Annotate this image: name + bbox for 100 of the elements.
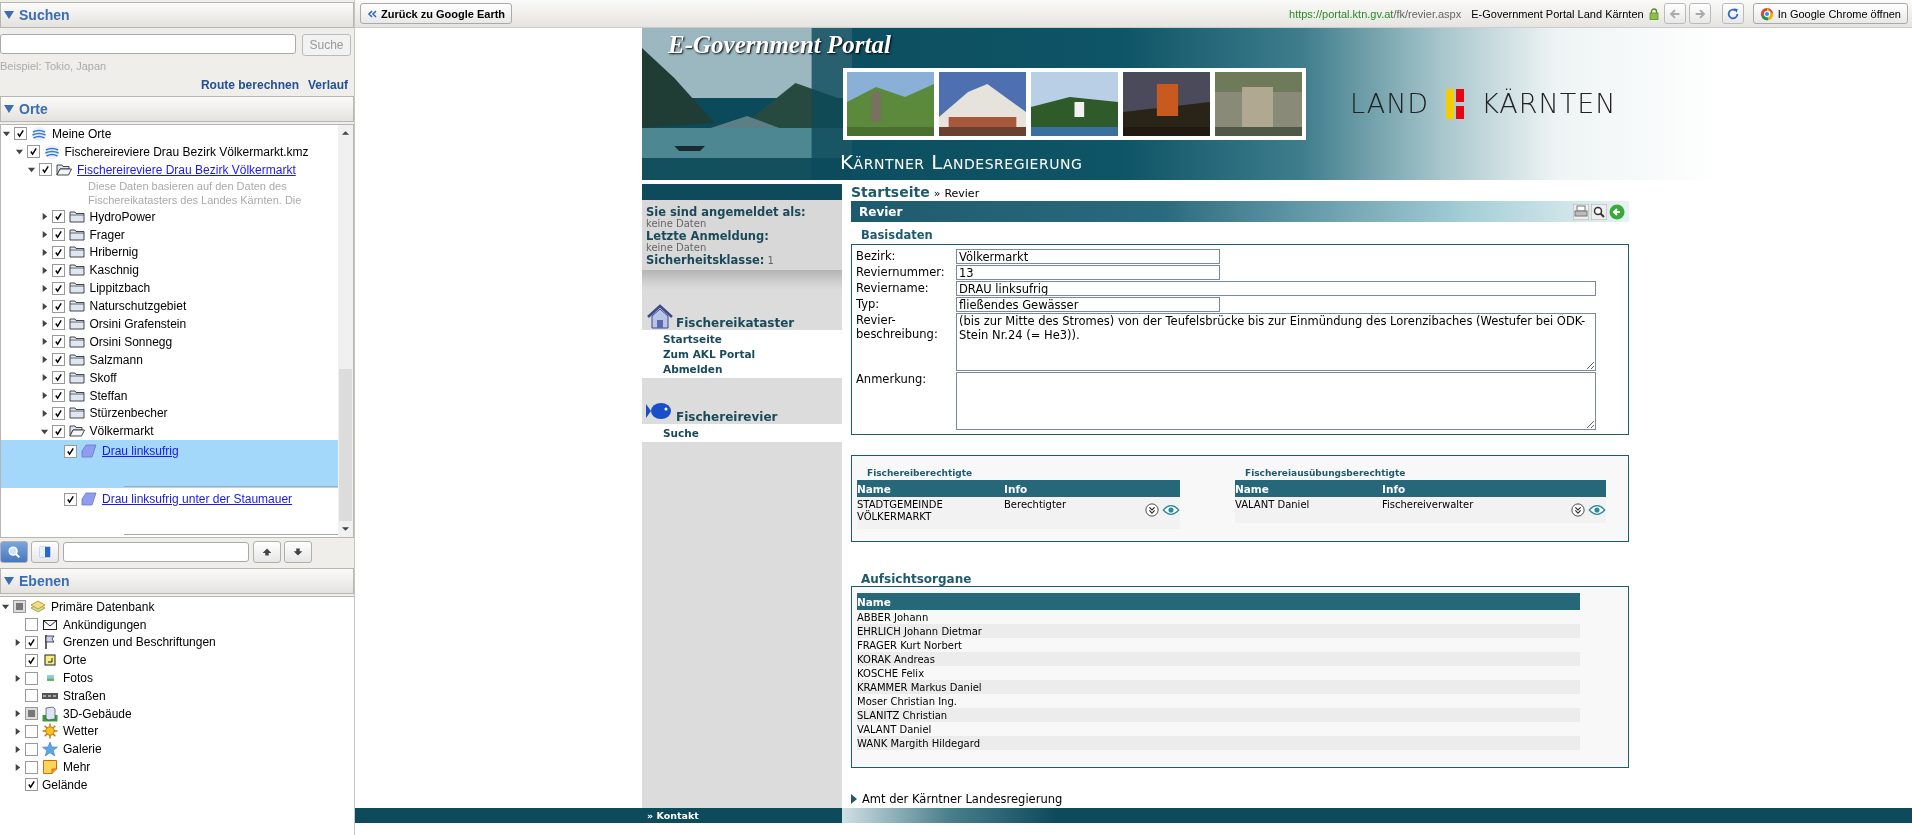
- expand-arrow-icon[interactable]: [13, 762, 22, 772]
- checkbox[interactable]: [25, 671, 38, 685]
- collapse-arrow-icon[interactable]: [4, 576, 14, 586]
- checkbox[interactable]: [39, 163, 52, 177]
- link[interactable]: Verlauf: [307, 78, 348, 92]
- tree-item[interactable]: Primäre Datenbank: [0, 598, 354, 616]
- search-tab[interactable]: [0, 541, 28, 563]
- checkbox[interactable]: [26, 145, 40, 159]
- collapse-arrow-icon[interactable]: [27, 165, 36, 175]
- checkbox[interactable]: [25, 778, 38, 792]
- tree-item[interactable]: Meine Orte: [1, 125, 338, 143]
- checkbox[interactable]: [25, 653, 38, 667]
- tree-item[interactable]: Skoff: [1, 368, 338, 387]
- checkbox[interactable]: [64, 492, 77, 506]
- checkbox[interactable]: [51, 210, 65, 224]
- breadcrumb-link[interactable]: Startseite: [851, 184, 930, 200]
- checkbox[interactable]: [25, 636, 38, 649]
- checkbox[interactable]: [51, 371, 65, 385]
- tree-item[interactable]: Galerie: [0, 740, 354, 759]
- tree-item[interactable]: HydroPower: [1, 207, 338, 226]
- tree-item[interactable]: Frager: [1, 225, 338, 244]
- checkbox[interactable]: [25, 618, 38, 632]
- tree-item[interactable]: Orsini Grafenstein: [1, 315, 338, 333]
- checkbox[interactable]: [51, 281, 65, 295]
- scroll-up-arrow-icon[interactable]: [341, 129, 350, 137]
- nav-link[interactable]: Startseite: [663, 333, 842, 345]
- tree-item[interactable]: Orte: [0, 651, 354, 670]
- collapse-arrow-icon[interactable]: [4, 10, 14, 20]
- collapse-arrow-icon[interactable]: [14, 147, 24, 157]
- collapse-arrow-icon[interactable]: [1, 602, 10, 612]
- search-field[interactable]: [0, 34, 296, 54]
- text-field[interactable]: fließendes Gewässer: [956, 297, 1220, 312]
- text-area[interactable]: [956, 372, 1596, 430]
- text-field[interactable]: Völkermarkt: [956, 249, 1220, 264]
- tree-item[interactable]: Lippitzbach: [1, 279, 338, 298]
- tree-item[interactable]: Orsini Sonnegg: [1, 332, 338, 351]
- tree-item[interactable]: Drau linksufrig unter der Staumauer: [1, 488, 338, 537]
- checkbox[interactable]: [51, 353, 65, 367]
- scroll-down-arrow-icon[interactable]: [341, 525, 350, 533]
- expand-icon[interactable]: [1144, 503, 1159, 517]
- expand-arrow-icon[interactable]: [13, 709, 22, 719]
- tree-item[interactable]: Grenzen und Beschriftungen: [0, 633, 354, 652]
- reload-button[interactable]: [1721, 3, 1744, 24]
- tree-item[interactable]: Straßen: [0, 687, 354, 705]
- panel-header[interactable]: Suchen: [0, 2, 354, 28]
- collapse-arrow-icon[interactable]: [2, 129, 11, 139]
- expand-arrow-icon[interactable]: [13, 638, 22, 647]
- checkbox[interactable]: [25, 760, 38, 774]
- checkbox[interactable]: [51, 317, 65, 331]
- tree-item[interactable]: Fotos: [0, 669, 354, 687]
- move-up-button[interactable]: [253, 541, 281, 563]
- expand-arrow-icon[interactable]: [13, 673, 22, 683]
- tree-item[interactable]: Gelände: [0, 775, 354, 794]
- checkbox[interactable]: [51, 299, 65, 313]
- checkbox[interactable]: [25, 724, 38, 738]
- checkbox[interactable]: [64, 444, 77, 458]
- search-icon[interactable]: [1591, 203, 1607, 220]
- panel-toggle-button[interactable]: [31, 541, 59, 563]
- checkbox[interactable]: [51, 389, 65, 402]
- tree-item[interactable]: Drau linksufrig: [1, 440, 338, 489]
- tree-item[interactable]: Fischereireviere Drau Bezirk Völkermarkt.kmz: [1, 142, 338, 161]
- text-field[interactable]: DRAU linksufrig: [956, 281, 1596, 296]
- tree-item[interactable]: Ankündigungen: [0, 615, 354, 634]
- footer-link[interactable]: Amt der Kärntner Landesregierung: [862, 792, 1063, 806]
- open-in-browser-button[interactable]: In Google Chrome öffnen: [1752, 3, 1908, 24]
- collapse-arrow-icon[interactable]: [4, 104, 14, 114]
- nav-link[interactable]: Zum AKL Portal: [663, 348, 842, 360]
- tree-item[interactable]: Hribernig: [1, 243, 338, 262]
- tree-item[interactable]: Fischereireviere Drau Bezirk Völkermarkt Diese Daten basieren auf den Daten des Fischereikatasters des Landes Kärnten. Die: [1, 160, 338, 208]
- move-down-button[interactable]: [284, 541, 312, 563]
- expand-arrow-icon[interactable]: [13, 726, 22, 736]
- expand-icon[interactable]: [1570, 503, 1585, 517]
- tree-item[interactable]: Mehr: [0, 758, 354, 776]
- eye-icon[interactable]: [1162, 504, 1180, 516]
- tree-item[interactable]: 3D-Gebäude: [0, 704, 354, 723]
- checkbox[interactable]: [51, 406, 65, 420]
- checkbox[interactable]: [13, 600, 26, 614]
- tree-item[interactable]: Steffan: [1, 386, 338, 405]
- panel-header[interactable]: Orte: [0, 96, 354, 122]
- checkbox[interactable]: [51, 245, 65, 259]
- checkbox[interactable]: [51, 228, 65, 241]
- tree-item[interactable]: Salzmann: [1, 350, 338, 369]
- checkbox[interactable]: [25, 742, 38, 756]
- tree-item[interactable]: Stürzenbecher: [1, 404, 338, 423]
- scrollbar[interactable]: [338, 125, 353, 537]
- tree-item[interactable]: Wetter: [0, 722, 354, 741]
- eye-icon[interactable]: [1588, 504, 1606, 516]
- checkbox[interactable]: [51, 335, 65, 349]
- nav-link[interactable]: Abmelden: [663, 363, 842, 375]
- contact-link[interactable]: » Kontakt: [647, 810, 699, 821]
- tree-item[interactable]: Kaschnig: [1, 261, 338, 280]
- checkbox[interactable]: [51, 263, 65, 277]
- panel-header[interactable]: Ebenen: [0, 568, 354, 594]
- checkbox[interactable]: [25, 689, 38, 703]
- filter-field[interactable]: [63, 542, 249, 562]
- expand-arrow-icon[interactable]: [13, 744, 22, 754]
- link[interactable]: Route berechnen: [200, 78, 299, 92]
- checkbox[interactable]: [25, 707, 38, 721]
- tree-item[interactable]: Völkermarkt: [1, 422, 338, 441]
- tree-item[interactable]: Naturschutzgebiet: [1, 297, 338, 315]
